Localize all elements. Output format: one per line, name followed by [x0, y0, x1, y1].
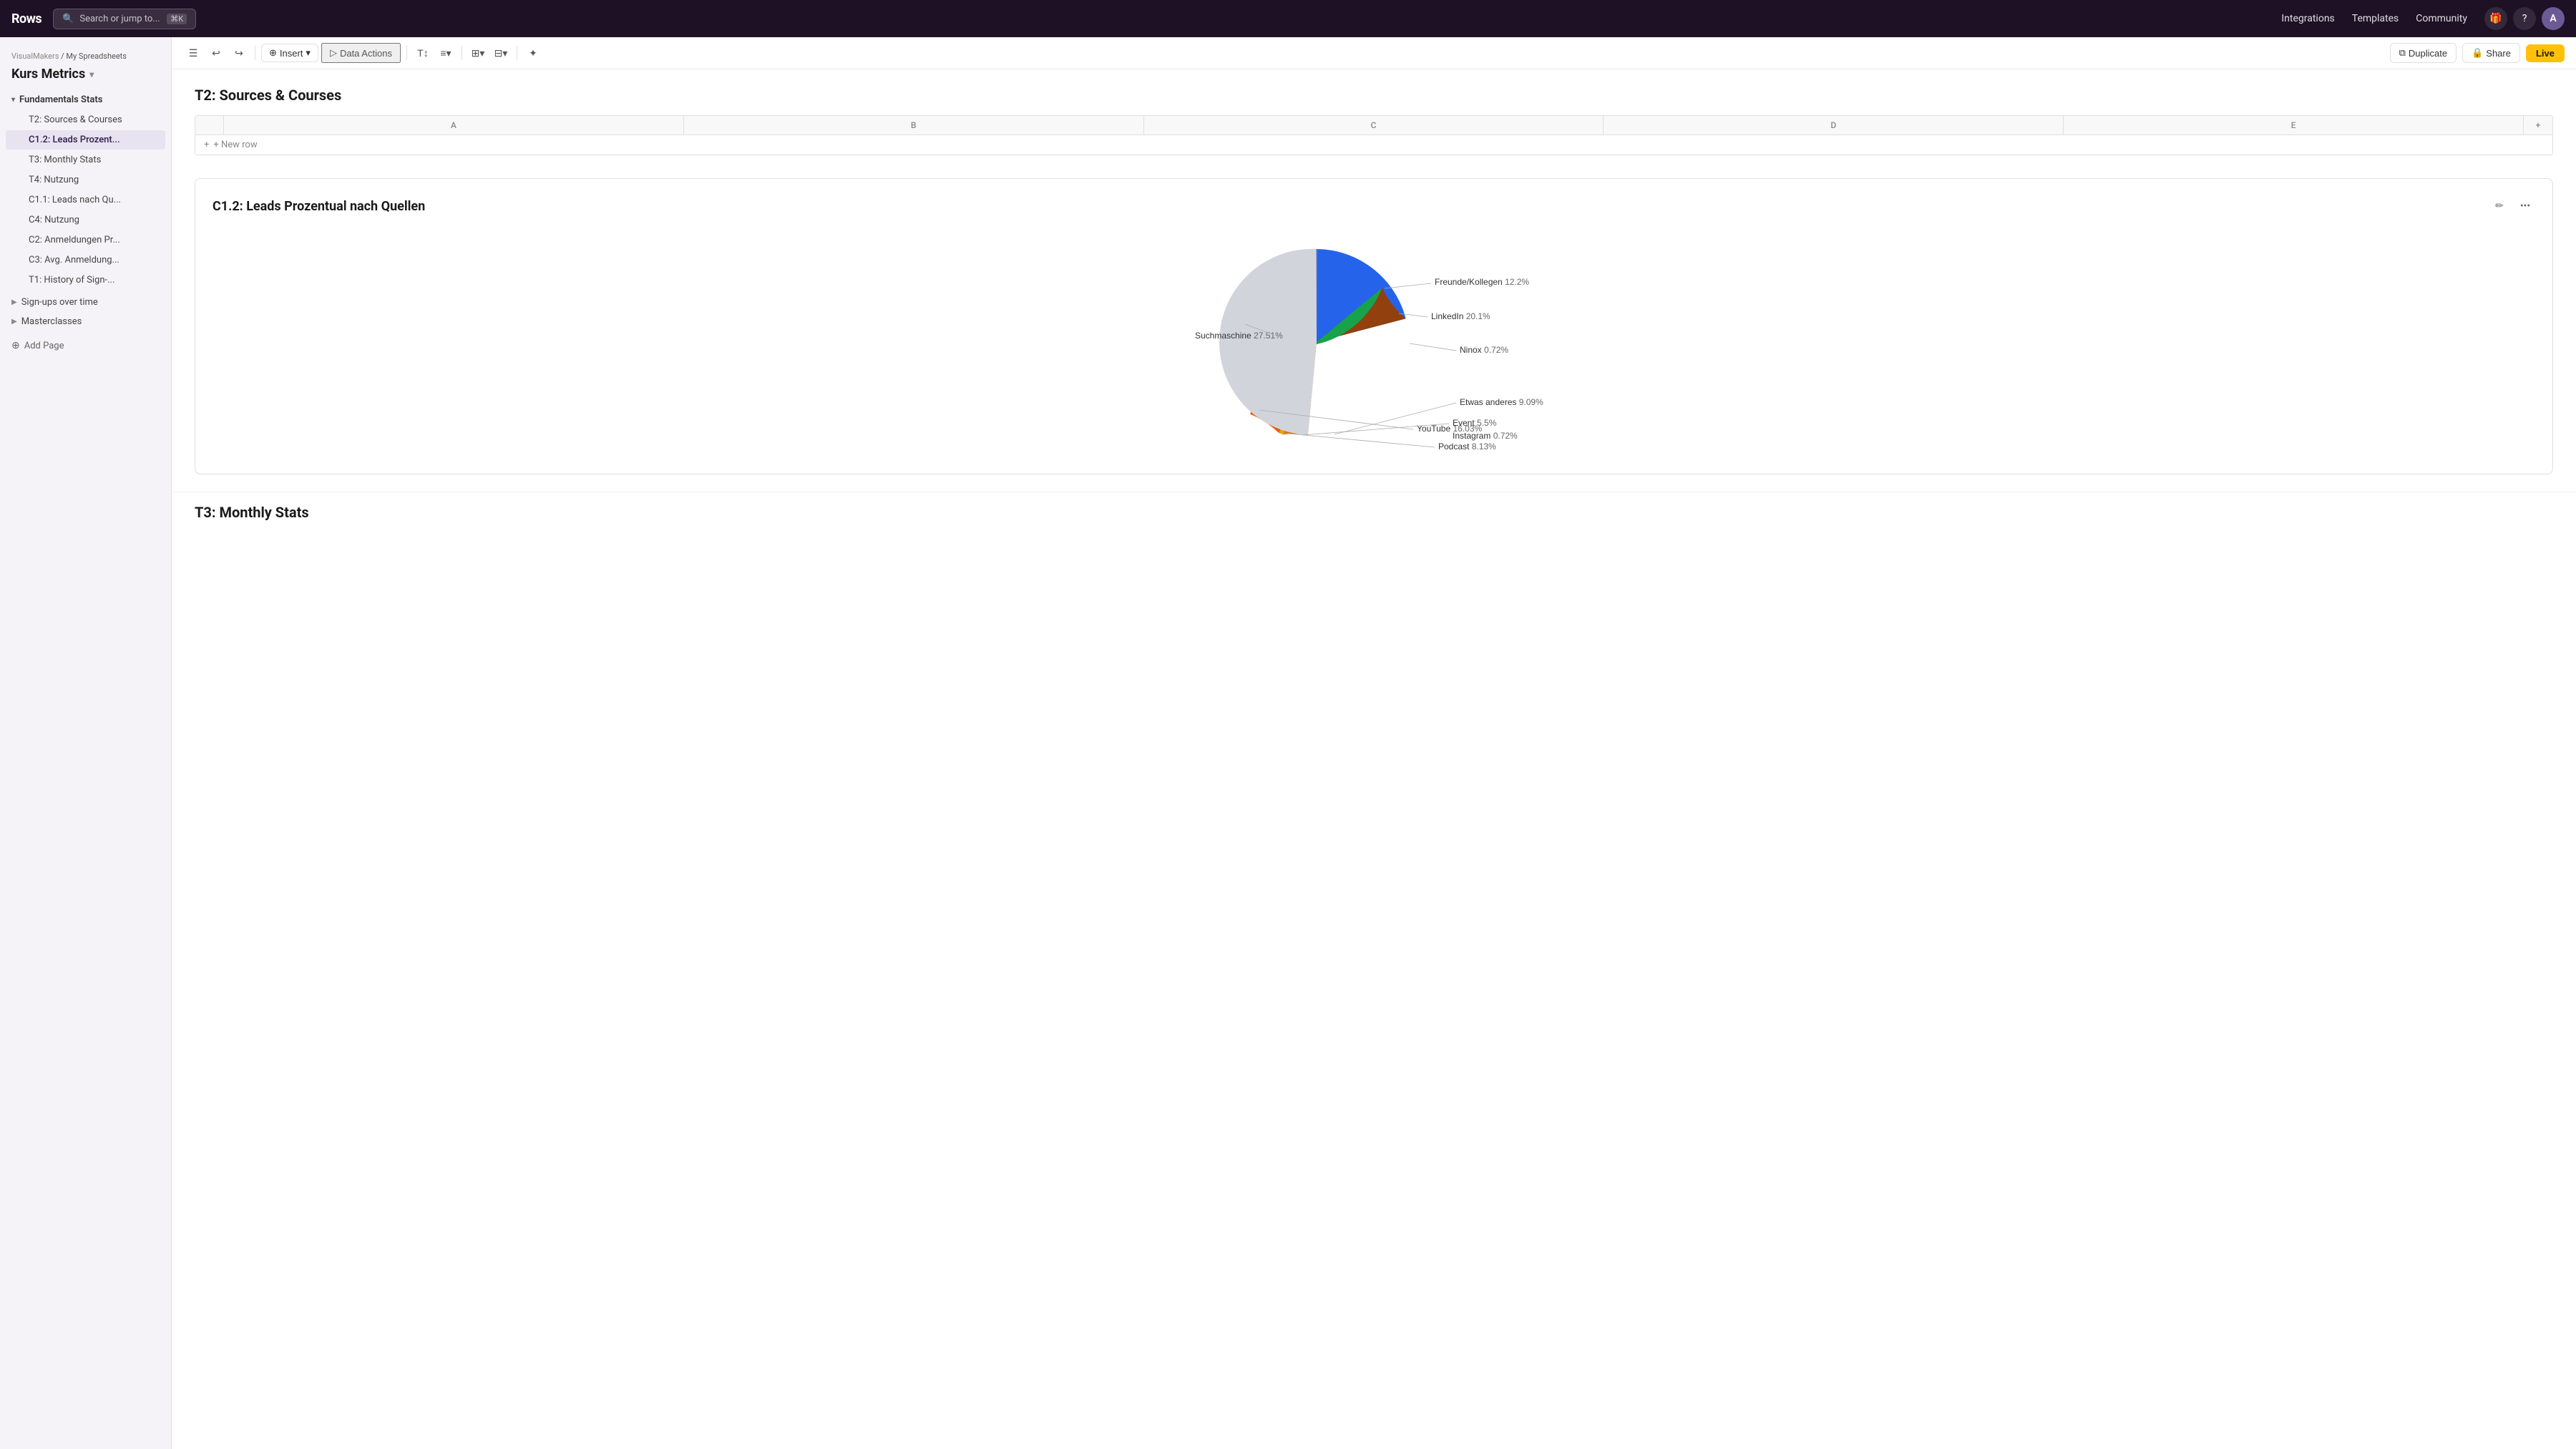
svg-text:Event 5.5%: Event 5.5%	[1453, 418, 1497, 428]
chevron-right-icon: ▶	[11, 318, 17, 326]
duplicate-button[interactable]: ⧉ Duplicate	[2390, 43, 2457, 63]
new-row-button[interactable]: + + New row	[195, 135, 2552, 155]
sidebar-item-c2[interactable]: C2: Anmeldungen Pr...	[6, 230, 165, 250]
breadcrumb-parent[interactable]: VisualMakers	[11, 52, 59, 61]
sidebar-item-t1[interactable]: T1: History of Sign-...	[6, 270, 165, 290]
pie-chart-svg: LinkedIn 20.1% Freunde/Kollegen 12.2% Su…	[1174, 228, 1574, 457]
chart-container: C1.2: Leads Prozentual nach Quellen ✏ ••…	[195, 178, 2553, 474]
more-options-button[interactable]: •••	[2515, 196, 2535, 216]
integrations-link[interactable]: Integrations	[2281, 13, 2334, 24]
svg-text:Podcast 8.13%: Podcast 8.13%	[1438, 441, 1496, 452]
magic-button[interactable]: ✦	[523, 43, 543, 63]
sidebar-item-c4[interactable]: C4: Nutzung	[6, 210, 165, 230]
templates-link[interactable]: Templates	[2352, 13, 2399, 24]
svg-text:Etwas anderes 9.09%: Etwas anderes 9.09%	[1460, 397, 1543, 407]
table-header: A B C D E +	[195, 116, 2552, 135]
border-button[interactable]: ⊟▾	[491, 43, 511, 63]
live-button[interactable]: Live	[2526, 44, 2565, 62]
sidebar-item-c3[interactable]: C3: Avg. Anmeldung...	[6, 250, 165, 270]
breadcrumb: VisualMakers / My Spreadsheets	[0, 46, 171, 64]
section-t2: T2: Sources & Courses A B C D E + + + Ne…	[172, 69, 2576, 178]
cell-format-button[interactable]: ⊞▾	[468, 43, 488, 63]
svg-text:Suchmaschine 27.51%: Suchmaschine 27.51%	[1195, 331, 1283, 341]
topbar: Rows 🔍 Search or jump to... ⌘K Integrati…	[0, 0, 2576, 37]
chevron-down-icon: ▾	[11, 96, 15, 104]
col-header-e[interactable]: E	[2064, 116, 2524, 135]
sidebar-section-masterclasses[interactable]: ▶ Masterclasses	[0, 312, 171, 331]
undo-button[interactable]: ↩	[206, 43, 226, 63]
community-link[interactable]: Community	[2416, 13, 2467, 24]
plus-circle-icon: ⊕	[11, 340, 20, 351]
redo-button[interactable]: ↪	[229, 43, 249, 63]
play-icon: ▷	[330, 47, 337, 59]
add-page-button[interactable]: ⊕ Add Page	[0, 334, 171, 357]
toolbar-right: ⧉ Duplicate 🔒 Share Live	[2390, 43, 2565, 63]
chart-header: C1.2: Leads Prozentual nach Quellen ✏ ••…	[213, 196, 2535, 216]
svg-text:LinkedIn 20.1%: LinkedIn 20.1%	[1431, 311, 1491, 321]
sidebar-title: Kurs Metrics ▾	[0, 64, 171, 90]
plus-icon: ⊕	[269, 47, 277, 59]
chevron-down-icon[interactable]: ▾	[89, 69, 94, 79]
breadcrumb-current: My Spreadsheets	[66, 52, 127, 61]
col-header-d[interactable]: D	[1604, 116, 2064, 135]
col-header-c[interactable]: C	[1144, 116, 1604, 135]
svg-text:Ninox 0.72%: Ninox 0.72%	[1460, 345, 1508, 355]
sidebar: VisualMakers / My Spreadsheets Kurs Metr…	[0, 37, 172, 1449]
toolbar-divider-2	[406, 46, 407, 60]
topbar-nav: Integrations Templates Community 🎁 ? A	[2281, 7, 2565, 30]
text-format-button[interactable]: T↕	[413, 43, 433, 63]
pie-chart-wrapper: LinkedIn 20.1% Freunde/Kollegen 12.2% Su…	[213, 228, 2535, 457]
row-num-header	[195, 116, 224, 135]
share-button[interactable]: 🔒 Share	[2462, 43, 2520, 63]
fundamentals-stats-header[interactable]: ▾ Fundamentals Stats	[0, 90, 171, 109]
toolbar: ☰ ↩ ↪ ⊕ Insert ▾ ▷ Data Actions T↕ ≡▾ ⊞▾…	[172, 37, 2576, 69]
sidebar-item-t4[interactable]: T4: Nutzung	[6, 170, 165, 190]
gift-icon[interactable]: 🎁	[2484, 7, 2507, 30]
chart-title: C1.2: Leads Prozentual nach Quellen	[213, 199, 425, 214]
main-layout: VisualMakers / My Spreadsheets Kurs Metr…	[0, 0, 2576, 1449]
duplicate-icon: ⧉	[2399, 47, 2406, 59]
sidebar-item-t2[interactable]: T2: Sources & Courses	[6, 110, 165, 130]
chart-section-c12: C1.2: Leads Prozentual nach Quellen ✏ ••…	[172, 178, 2576, 492]
col-header-b[interactable]: B	[684, 116, 1144, 135]
insert-button[interactable]: ⊕ Insert ▾	[261, 44, 318, 62]
search-bar[interactable]: 🔍 Search or jump to... ⌘K	[53, 9, 196, 29]
topbar-icons: 🎁 ? A	[2484, 7, 2565, 30]
search-shortcut: ⌘K	[167, 14, 187, 24]
plus-icon: +	[204, 140, 209, 150]
edit-chart-button[interactable]: ✏	[2489, 196, 2509, 216]
sidebar-section-fundamentals: ▾ Fundamentals Stats T2: Sources & Cours…	[0, 90, 171, 290]
spreadsheet-table-t2: A B C D E + + + New row	[195, 115, 2553, 155]
align-button[interactable]: ≡▾	[436, 43, 456, 63]
sidebar-item-c11[interactable]: C1.1: Leads nach Qu...	[6, 190, 165, 210]
app-logo: Rows	[11, 11, 42, 26]
sidebar-item-c12[interactable]: C1.2: Leads Prozent...	[6, 130, 165, 150]
data-actions-button[interactable]: ▷ Data Actions	[321, 43, 401, 63]
chart-actions: ✏ •••	[2489, 196, 2535, 216]
chevron-down-icon: ▾	[306, 47, 311, 59]
content-area: ☰ ↩ ↪ ⊕ Insert ▾ ▷ Data Actions T↕ ≡▾ ⊞▾…	[172, 37, 2576, 1449]
col-header-add[interactable]: +	[2524, 116, 2552, 135]
section-t3-title: T3: Monthly Stats	[172, 492, 2576, 532]
search-placeholder: Search or jump to...	[79, 14, 160, 24]
sidebar-section-signups[interactable]: ▶ Sign-ups over time	[0, 293, 171, 312]
chevron-right-icon: ▶	[11, 298, 17, 306]
svg-text:Instagram 0.72%: Instagram 0.72%	[1453, 431, 1518, 441]
search-icon: 🔍	[62, 14, 74, 24]
panel-toggle-button[interactable]: ☰	[183, 43, 203, 63]
section-t2-title: T2: Sources & Courses	[195, 87, 2553, 104]
col-header-a[interactable]: A	[224, 116, 684, 135]
sidebar-item-t3[interactable]: T3: Monthly Stats	[6, 150, 165, 170]
svg-text:Freunde/Kollegen 12.2%: Freunde/Kollegen 12.2%	[1435, 277, 1529, 287]
share-icon: 🔒	[2472, 47, 2483, 59]
help-icon[interactable]: ?	[2513, 7, 2536, 30]
avatar[interactable]: A	[2542, 7, 2565, 30]
